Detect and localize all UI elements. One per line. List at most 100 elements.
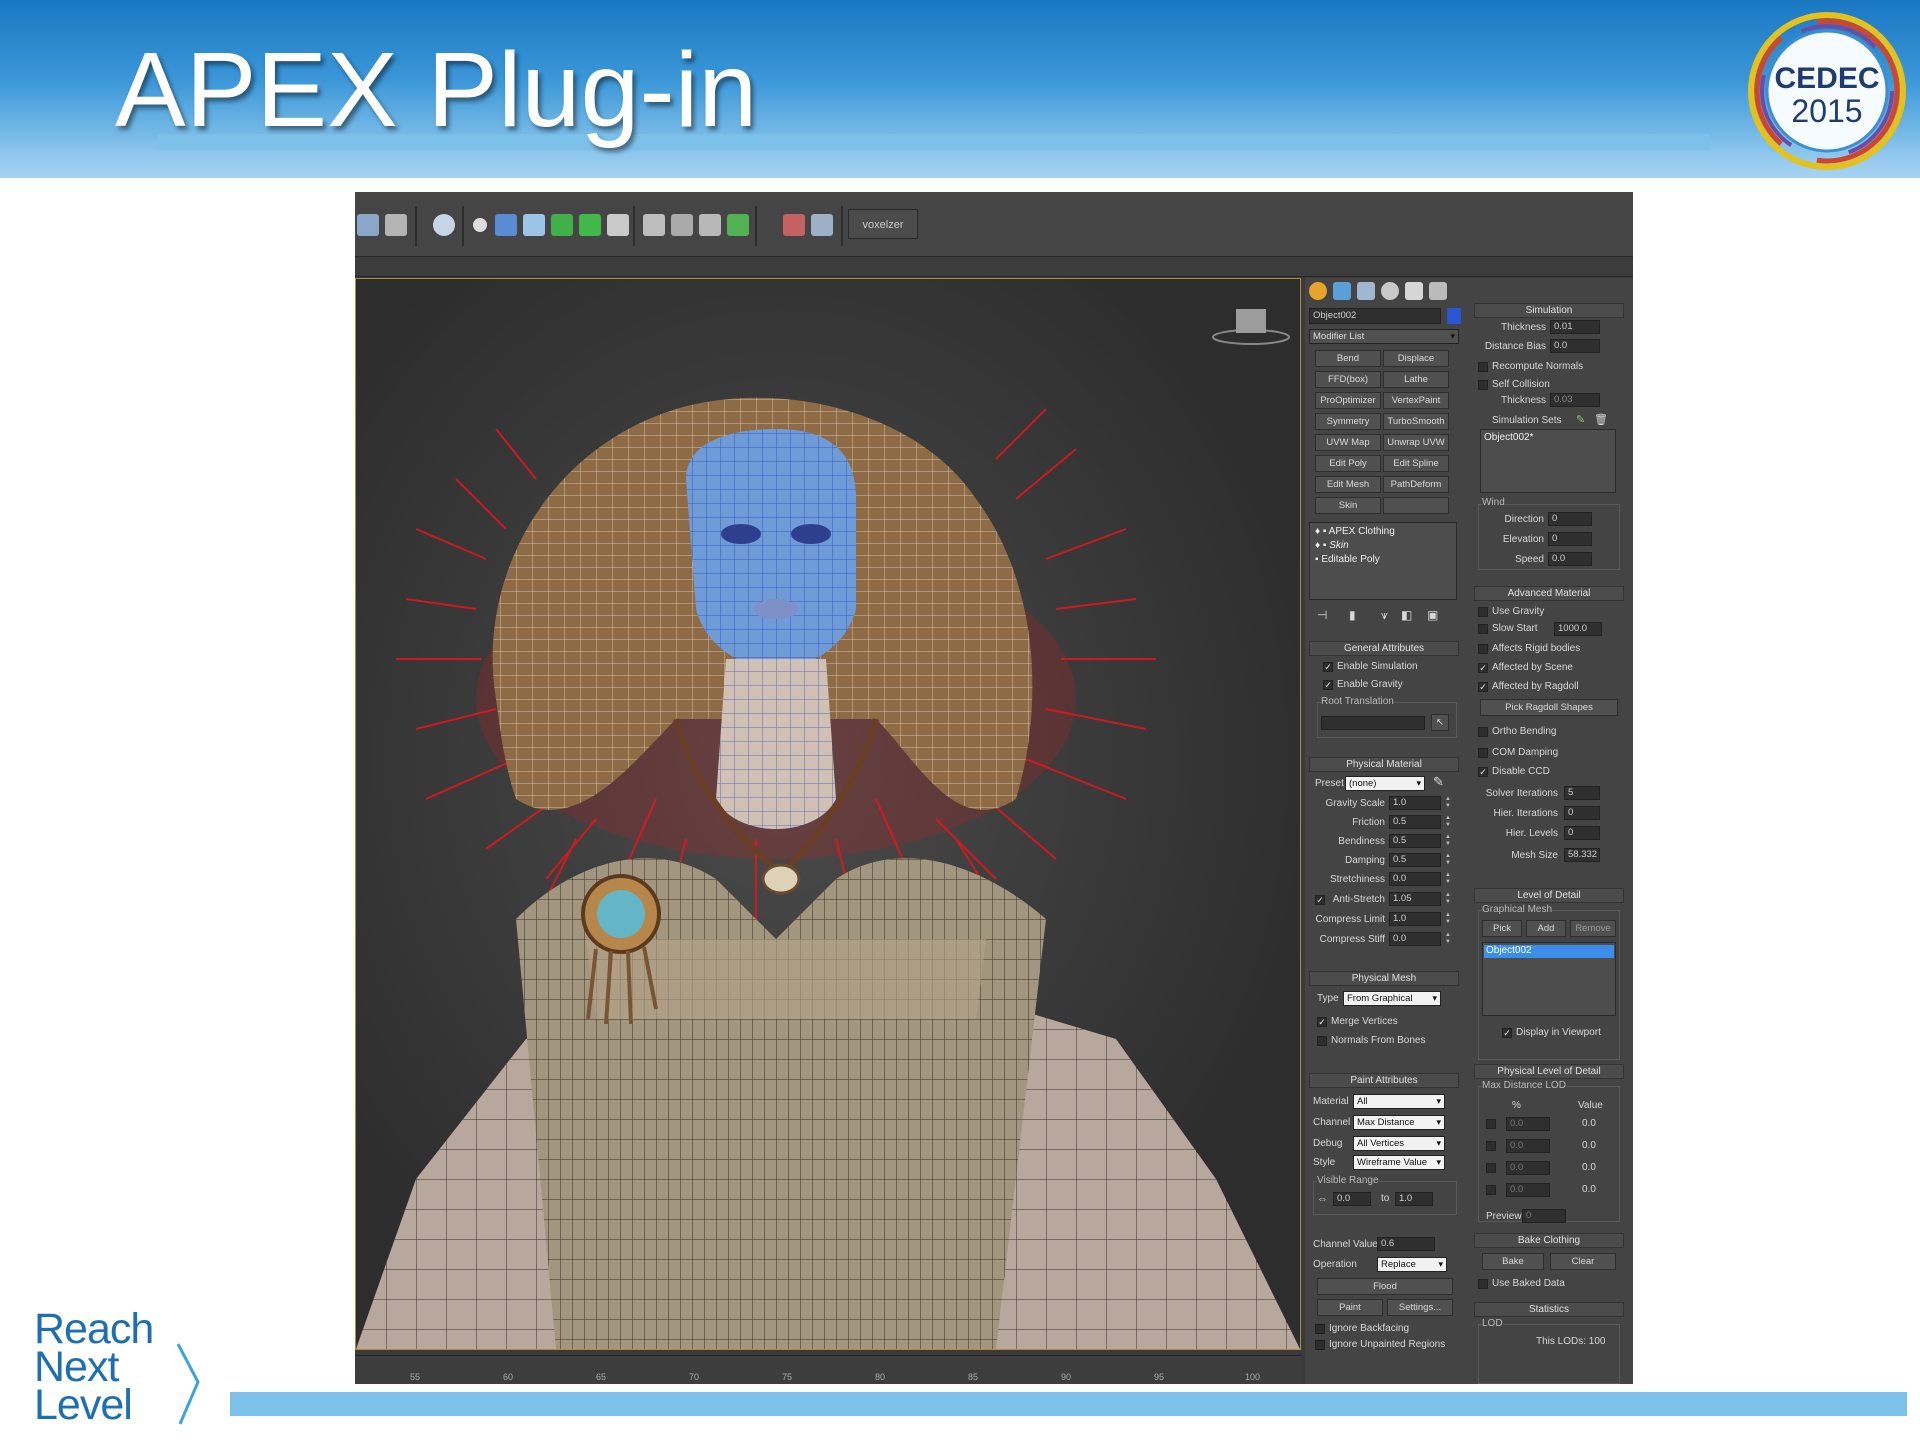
export-icon[interactable] (643, 214, 665, 236)
graphical-mesh-item[interactable]: Object002 (1486, 945, 1532, 956)
com-damping-checkbox[interactable] (1478, 748, 1488, 758)
lod-row-2-checkbox[interactable] (1486, 1141, 1496, 1151)
lod-row-4-checkbox[interactable] (1486, 1185, 1496, 1195)
modifier-bend-button[interactable]: Bend (1315, 350, 1381, 367)
stretchiness-field[interactable]: 0.0 (1389, 872, 1441, 886)
affected-by-ragdoll-checkbox[interactable]: ✓ (1478, 682, 1488, 692)
wind-direction-field[interactable]: 0 (1548, 512, 1592, 526)
paint-settings-button[interactable]: Settings... (1387, 1299, 1453, 1316)
create-tab-icon[interactable] (1309, 282, 1327, 300)
modifier-ffd-button[interactable]: FFD(box) (1315, 371, 1381, 388)
render-icon[interactable] (385, 214, 407, 236)
cloth-sim-icon[interactable] (473, 218, 487, 232)
operation-dropdown[interactable]: Replace (1377, 1257, 1447, 1272)
mesh-type-dropdown[interactable]: From Graphical (1343, 991, 1441, 1006)
ignore-backfacing-checkbox[interactable] (1315, 1324, 1325, 1334)
level-of-detail-header[interactable]: Level of Detail (1474, 888, 1624, 903)
graphical-mesh-list[interactable]: Object002 (1482, 942, 1616, 1016)
lod-remove-button[interactable]: Remove (1570, 920, 1616, 937)
perspective-viewport[interactable] (355, 278, 1301, 1350)
compress-stiff-field[interactable]: 0.0 (1389, 932, 1441, 946)
hier-iterations-field[interactable]: 0 (1564, 806, 1600, 820)
slow-start-field[interactable]: 1000.0 (1554, 622, 1602, 636)
lod-preview-field[interactable]: 0 (1522, 1209, 1566, 1223)
enable-simulation-checkbox[interactable]: ✓ (1323, 662, 1333, 672)
motion-tab-icon[interactable] (1381, 282, 1399, 300)
simulation-header[interactable]: Simulation (1474, 303, 1624, 318)
merge-vertices-checkbox[interactable]: ✓ (1317, 1017, 1327, 1027)
stack-skin[interactable]: Skin (1329, 540, 1348, 551)
add-sim-set-icon[interactable]: ✎ (1576, 413, 1585, 426)
root-pick-button[interactable]: ↖ (1431, 714, 1449, 731)
modifier-symmetry-button[interactable]: Symmetry (1315, 413, 1381, 430)
sim-set-item[interactable]: Object002* (1484, 432, 1533, 443)
paint-material-dropdown[interactable]: All (1353, 1094, 1445, 1109)
make-unique-icon[interactable]: ⩛ (1381, 608, 1388, 623)
sphere-icon[interactable] (433, 214, 455, 236)
range-from-field[interactable]: 0.0 (1333, 1192, 1371, 1206)
physical-mesh-header[interactable]: Physical Mesh (1309, 971, 1459, 986)
physical-material-header[interactable]: Physical Material (1309, 757, 1459, 772)
paint-debug-dropdown[interactable]: All Vertices (1353, 1136, 1445, 1151)
self-collision-thickness-field[interactable]: 0.03 (1550, 393, 1600, 407)
lod-row-1-checkbox[interactable] (1486, 1119, 1496, 1129)
pin-stack-icon[interactable]: ⊣ (1317, 608, 1327, 622)
modifier-turbosmooth-button[interactable]: TurboSmooth (1383, 413, 1449, 430)
channel-value-field[interactable]: 0.6 (1377, 1237, 1435, 1251)
lod-pick-button[interactable]: Pick (1482, 920, 1522, 937)
recompute-normals-checkbox[interactable] (1478, 362, 1488, 372)
lod-row-3-checkbox[interactable] (1486, 1163, 1496, 1173)
hierarchy-tab-icon[interactable] (1357, 282, 1375, 300)
use-baked-data-checkbox[interactable] (1478, 1279, 1488, 1289)
link2-icon[interactable] (811, 214, 833, 236)
bottle-icon[interactable] (551, 214, 573, 236)
affected-by-scene-checkbox[interactable]: ✓ (1478, 663, 1488, 673)
stack-editable-poly[interactable]: Editable Poly (1321, 554, 1379, 565)
hier-levels-field[interactable]: 0 (1564, 826, 1600, 840)
clothing-icon[interactable] (495, 214, 517, 236)
clear-bake-button[interactable]: Clear (1550, 1253, 1616, 1270)
friction-field[interactable]: 0.5 (1389, 815, 1441, 829)
simulation-sets-list[interactable]: Object002* (1480, 429, 1616, 493)
paint-attributes-header[interactable]: Paint Attributes (1309, 1073, 1459, 1088)
range-to-field[interactable]: 1.0 (1395, 1192, 1433, 1206)
bake-clothing-header[interactable]: Bake Clothing (1474, 1233, 1624, 1248)
hammer-icon[interactable] (607, 214, 629, 236)
link-icon[interactable] (783, 214, 805, 236)
remove-modifier-icon[interactable]: ◧ (1401, 608, 1412, 622)
enable-gravity-checkbox[interactable]: ✓ (1323, 680, 1333, 690)
wind-elevation-field[interactable]: 0 (1548, 532, 1592, 546)
pick-ragdoll-button[interactable]: Pick Ragdoll Shapes (1480, 699, 1618, 716)
stack-apex-clothing[interactable]: APEX Clothing (1329, 526, 1395, 537)
modifier-editpoly-button[interactable]: Edit Poly (1315, 455, 1381, 472)
eyedropper-icon[interactable]: ✎ (1433, 774, 1444, 790)
general-attributes-header[interactable]: General Attributes (1309, 641, 1459, 656)
disable-ccd-checkbox[interactable]: ✓ (1478, 767, 1488, 777)
self-collision-checkbox[interactable] (1478, 380, 1488, 390)
modifier-prooptimizer-button[interactable]: ProOptimizer (1315, 392, 1381, 409)
damping-field[interactable]: 0.5 (1389, 853, 1441, 867)
gravity-scale-field[interactable]: 1.0 (1389, 796, 1441, 810)
modifier-skin-button[interactable]: Skin (1315, 497, 1381, 514)
configure-sets-icon[interactable]: ▣ (1427, 608, 1438, 622)
record-icon[interactable] (699, 214, 721, 236)
wind-speed-field[interactable]: 0.0 (1548, 552, 1592, 566)
display-tab-icon[interactable] (1405, 282, 1423, 300)
solver-iterations-field[interactable]: 5 (1564, 786, 1600, 800)
voxelizer-button[interactable]: voxelzer (848, 209, 918, 239)
modifier-stack[interactable]: ♦ ▪ APEX Clothing ♦ ▪ Skin ▪ Editable Po… (1309, 522, 1457, 600)
bake-button[interactable]: Bake (1482, 1253, 1544, 1270)
advanced-material-header[interactable]: Advanced Material (1474, 586, 1624, 601)
display-in-viewport-checkbox[interactable]: ✓ (1502, 1028, 1512, 1038)
modifier-displace-button[interactable]: Displace (1383, 350, 1449, 367)
modify-tab-icon[interactable] (1333, 282, 1351, 300)
distance-bias-field[interactable]: 0.0 (1550, 339, 1600, 353)
swap-icon[interactable] (579, 214, 601, 236)
root-translation-field[interactable] (1321, 716, 1425, 730)
compress-limit-field[interactable]: 1.0 (1389, 912, 1441, 926)
thickness-field[interactable]: 0.01 (1550, 320, 1600, 334)
physical-lod-header[interactable]: Physical Level of Detail (1474, 1064, 1624, 1079)
anti-stretch-field[interactable]: 1.05 (1389, 892, 1441, 906)
play-icon[interactable] (671, 214, 693, 236)
modifier-vertexpaint-button[interactable]: VertexPaint (1383, 392, 1449, 409)
